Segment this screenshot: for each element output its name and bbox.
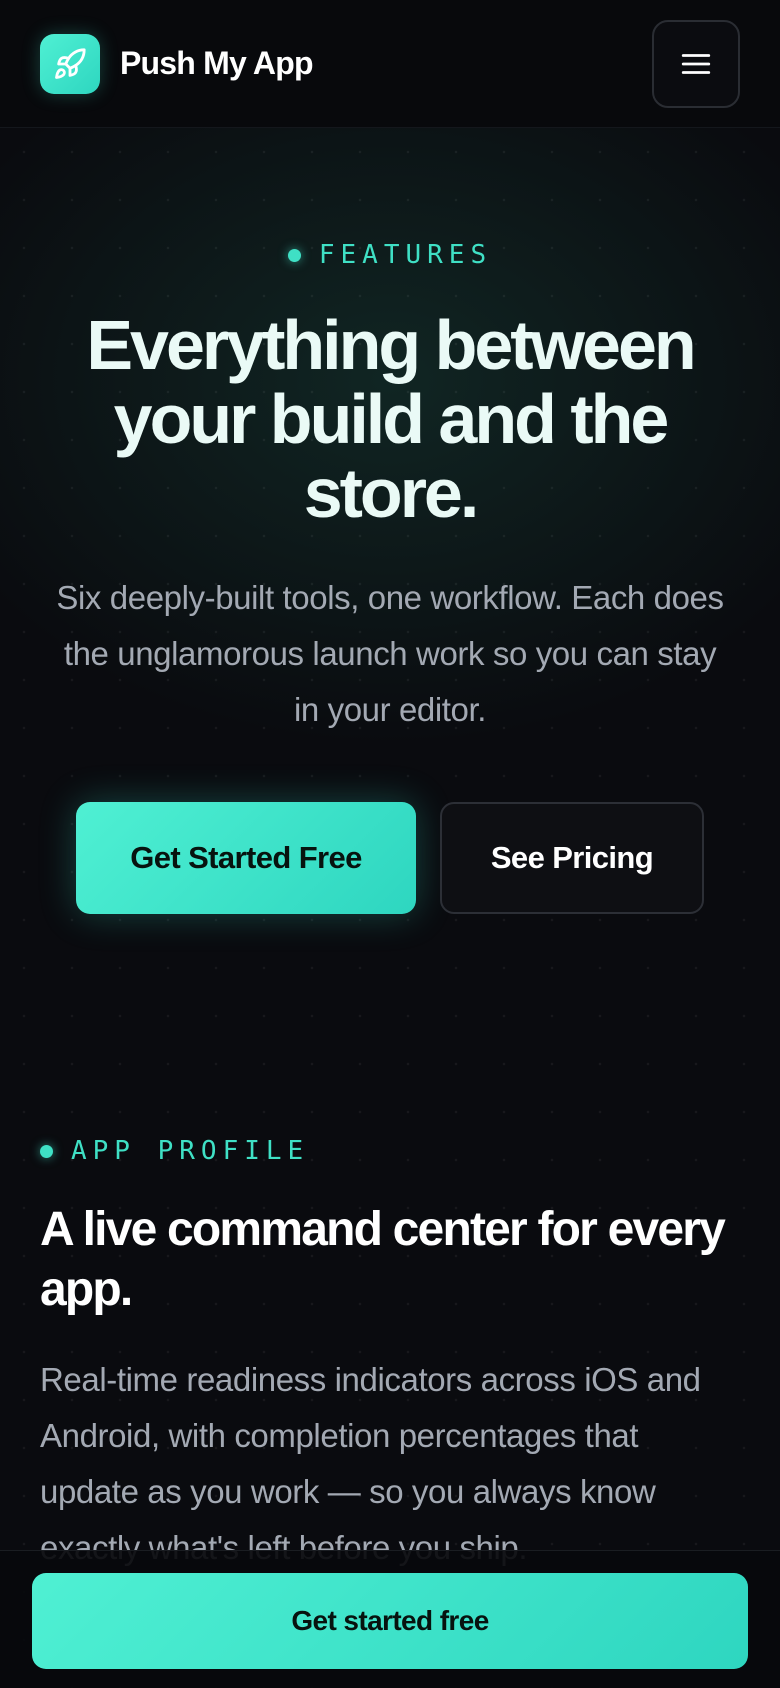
get-started-free-button[interactable]: Get Started Free xyxy=(76,802,416,914)
hero-subtitle: Six deeply-built tools, one workflow. Ea… xyxy=(56,579,724,728)
features-eyebrow: FEATURES xyxy=(0,240,780,270)
rocket-icon xyxy=(55,47,86,79)
status-dot-icon xyxy=(287,248,301,262)
menu-button[interactable] xyxy=(652,20,740,108)
hamburger-menu-icon xyxy=(681,54,711,74)
app-profile-body: Real-time readiness indicators across iO… xyxy=(40,1361,701,1566)
app-logo[interactable] xyxy=(40,33,100,94)
app-profile-eyebrow-label: APP PROFILE xyxy=(71,1136,310,1166)
hero-title: Everything between your build and the st… xyxy=(86,306,696,532)
features-eyebrow-label: FEATURES xyxy=(318,240,493,270)
app-profile-title: A live command center for every app. xyxy=(40,1203,726,1316)
top-navbar: Push My App xyxy=(0,0,780,128)
see-pricing-button[interactable]: See Pricing xyxy=(440,802,704,914)
page: Push My App FEATURES Everything between … xyxy=(0,0,780,1688)
status-dot-icon xyxy=(40,1144,53,1158)
sticky-get-started-button[interactable]: Get started free xyxy=(32,1573,748,1669)
brand-name[interactable]: Push My App xyxy=(120,45,313,82)
app-profile-eyebrow: APP PROFILE xyxy=(40,1136,309,1166)
sticky-cta-bar: Get started free xyxy=(0,1550,780,1688)
